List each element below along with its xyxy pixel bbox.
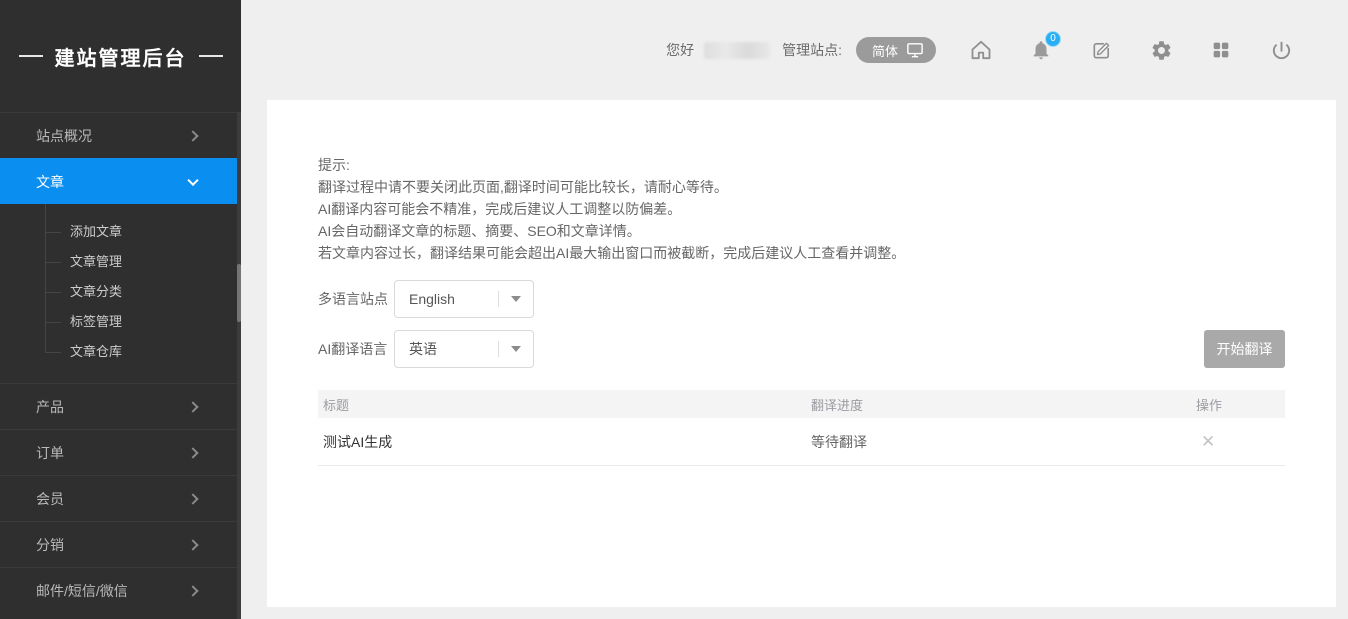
chevron-right-icon (187, 585, 198, 596)
chevron-right-icon (187, 493, 198, 504)
caret-down-icon (511, 296, 521, 302)
home-icon[interactable] (969, 38, 993, 62)
sidebar-submenu: 添加文章 文章管理 文章分类 标签管理 文章仓库 (0, 204, 241, 383)
tips-line: 若文章内容过长，翻译结果可能会超出AI最大输出窗口而被截断，完成后建议人工查看并… (318, 242, 1285, 264)
notification-badge: 0 (1045, 31, 1061, 47)
table-row: 测试AI生成 等待翻译 (318, 418, 1285, 466)
sidebar-item-label: 会员 (36, 489, 64, 509)
tips-block: 提示: 翻译过程中请不要关闭此页面,翻译时间可能比较长，请耐心等待。 AI翻译内… (318, 154, 1285, 264)
sidebar-item-articles[interactable]: 文章 (0, 158, 241, 204)
manage-site-label: 管理站点: (782, 40, 842, 60)
translation-panel: 提示: 翻译过程中请不要关闭此页面,翻译时间可能比较长，请耐心等待。 AI翻译内… (267, 100, 1336, 607)
sidebar-item-label: 分销 (36, 535, 64, 555)
caret-area (499, 296, 533, 302)
tips-line: 翻译过程中请不要关闭此页面,翻译时间可能比较长，请耐心等待。 (318, 176, 1285, 198)
multilang-site-label: 多语言站点 (318, 289, 394, 309)
chevron-right-icon (187, 130, 198, 141)
multilang-site-value: English (395, 291, 498, 307)
submenu-item-article-manage[interactable]: 文章管理 (0, 247, 241, 277)
main-column: 您好 管理站点: 简体 0 (241, 0, 1348, 619)
tips-line: AI翻译内容可能会不精准，完成后建议人工调整以防偏差。 (318, 198, 1285, 220)
multilang-site-row: 多语言站点 English (318, 280, 1285, 318)
caret-down-icon (511, 346, 521, 352)
ai-language-row: AI翻译语言 英语 (318, 330, 1285, 368)
tips-title: 提示: (318, 154, 1285, 176)
sidebar-item-label: 订单 (36, 443, 64, 463)
ai-language-select[interactable]: 英语 (394, 330, 534, 368)
submenu-item-article-category[interactable]: 文章分类 (0, 277, 241, 307)
caret-area (499, 346, 533, 352)
translation-table: 标题 翻译进度 操作 测试AI生成 等待翻译 (318, 390, 1285, 466)
delete-icon[interactable] (1196, 433, 1215, 450)
greeting-text: 您好 (666, 40, 694, 60)
sidebar-item-orders[interactable]: 订单 (0, 429, 241, 475)
ai-language-label: AI翻译语言 (318, 339, 394, 359)
monitor-icon (906, 42, 924, 58)
sidebar: 建站管理后台 站点概况 文章 添加文章 文章管理 文章分类 标签管理 文章仓库 … (0, 0, 241, 619)
ai-language-value: 英语 (395, 339, 498, 359)
col-header-progress: 翻译进度 (806, 395, 1191, 414)
top-bar: 您好 管理站点: 简体 0 (241, 0, 1348, 100)
col-header-title: 标题 (318, 395, 806, 414)
submenu-item-tag-manage[interactable]: 标签管理 (0, 307, 241, 337)
chevron-down-icon (187, 174, 198, 185)
app-title: 建站管理后台 (0, 0, 241, 112)
site-language-label: 简体 (872, 41, 898, 60)
cell-translate-progress: 等待翻译 (806, 432, 1191, 452)
apps-grid-icon[interactable] (1209, 38, 1233, 62)
sidebar-item-distribution[interactable]: 分销 (0, 521, 241, 567)
cell-article-title: 测试AI生成 (318, 432, 806, 452)
submenu-item-add-article[interactable]: 添加文章 (0, 217, 241, 247)
sidebar-item-mail-sms-wechat[interactable]: 邮件/短信/微信 (0, 567, 241, 613)
submenu-item-article-repo[interactable]: 文章仓库 (0, 337, 241, 367)
sidebar-scrollbar-thumb[interactable] (237, 264, 241, 322)
power-logout-icon[interactable] (1269, 38, 1293, 62)
sidebar-item-label: 产品 (36, 397, 64, 417)
sidebar-menu: 站点概况 文章 添加文章 文章管理 文章分类 标签管理 文章仓库 产品 订单 会… (0, 112, 241, 613)
chevron-right-icon (187, 539, 198, 550)
sidebar-item-members[interactable]: 会员 (0, 475, 241, 521)
chevron-right-icon (187, 401, 198, 412)
settings-gear-icon[interactable] (1149, 38, 1173, 62)
sidebar-scrollbar-track (237, 112, 241, 619)
content-area: 提示: 翻译过程中请不要关闭此页面,翻译时间可能比较长，请耐心等待。 AI翻译内… (241, 100, 1348, 619)
sidebar-item-label: 文章 (36, 172, 64, 192)
sidebar-item-label: 站点概况 (36, 126, 92, 146)
table-header-row: 标题 翻译进度 操作 (318, 390, 1285, 418)
tips-line: AI会自动翻译文章的标题、摘要、SEO和文章详情。 (318, 220, 1285, 242)
edit-icon[interactable] (1089, 38, 1113, 62)
site-language-button[interactable]: 简体 (856, 37, 936, 63)
sidebar-item-label: 邮件/短信/微信 (36, 581, 128, 601)
sidebar-submenu-wrap: 添加文章 文章管理 文章分类 标签管理 文章仓库 (0, 204, 241, 383)
username-redacted (704, 42, 770, 59)
chevron-right-icon (187, 447, 198, 458)
start-translate-button[interactable]: 开始翻译 (1204, 330, 1285, 368)
col-header-action: 操作 (1191, 395, 1285, 414)
sidebar-item-products[interactable]: 产品 (0, 383, 241, 429)
multilang-site-select[interactable]: English (394, 280, 534, 318)
top-icon-group: 0 (969, 38, 1293, 62)
sidebar-item-site-overview[interactable]: 站点概况 (0, 112, 241, 158)
notifications-bell-icon[interactable]: 0 (1029, 38, 1053, 62)
cell-action (1191, 433, 1285, 450)
